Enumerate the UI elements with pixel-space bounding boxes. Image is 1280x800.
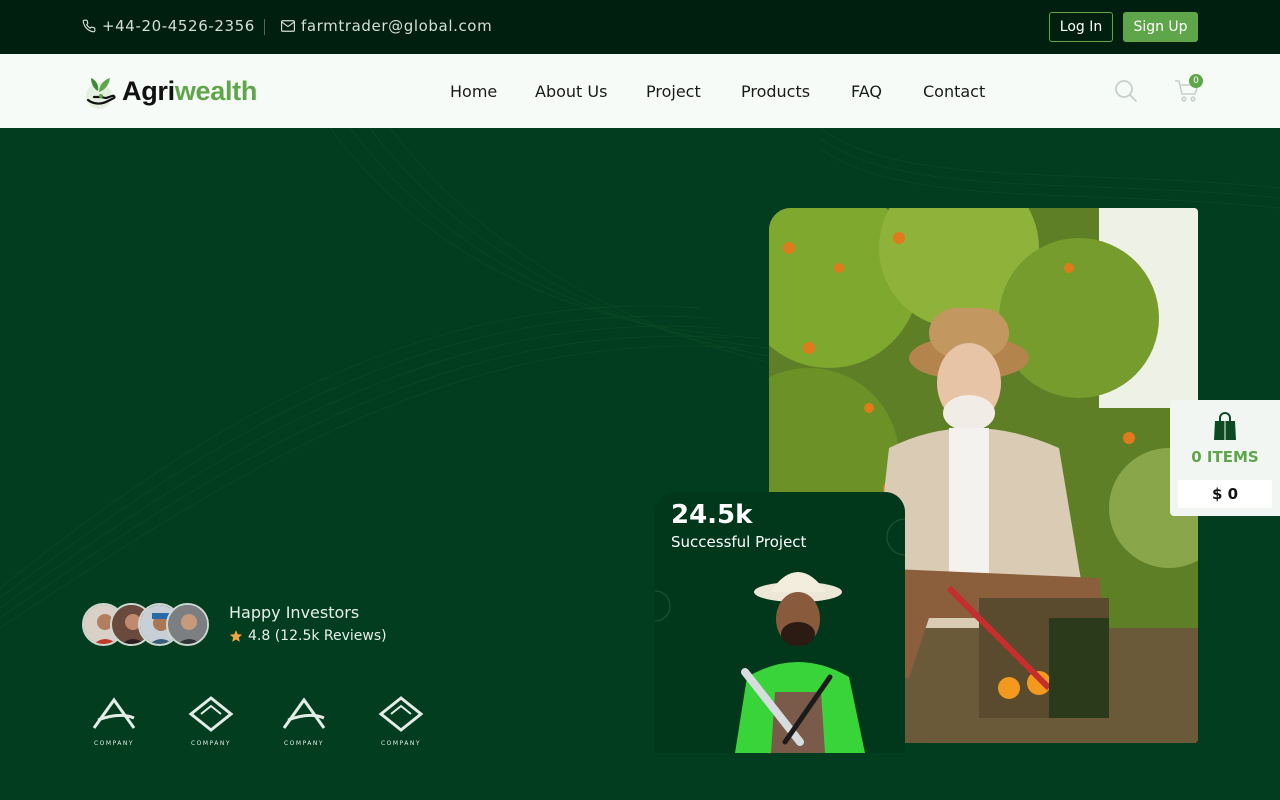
rating-text: 4.8 (12.5k Reviews) [248, 628, 387, 644]
stat-value: 24.5k [671, 500, 753, 530]
divider [264, 19, 265, 35]
company-logo-2: COMPANY [181, 696, 241, 748]
top-bar: +44-20-4526-2356 farmtrader@global.com L… [0, 0, 1280, 54]
nav-about-us[interactable]: About Us [535, 82, 607, 101]
cart-count-badge: 0 [1189, 74, 1203, 88]
hero-section: 24.5k Successful Project Happy Investors… [0, 128, 1280, 800]
side-cart-widget[interactable]: 0 ITEMS $ 0 [1170, 400, 1280, 516]
cart-total: $ 0 [1178, 480, 1272, 508]
stat-label: Successful Project [671, 533, 807, 551]
nav-contact[interactable]: Contact [923, 82, 985, 101]
investors-title: Happy Investors [229, 603, 360, 622]
nav-home[interactable]: Home [450, 82, 497, 101]
nav-products[interactable]: Products [741, 82, 810, 101]
company-logo-text: COMPANY [93, 740, 135, 747]
login-button[interactable]: Log In [1049, 12, 1113, 42]
leaf-hand-logo-icon [86, 78, 116, 109]
brand-name-part1: Agri [122, 75, 175, 106]
brand-name-part2: wealth [174, 75, 258, 106]
company-logo-4: COMPANY [371, 696, 431, 748]
cart-items-count: 0 ITEMS [1191, 448, 1259, 466]
avatar [166, 603, 209, 646]
phone-number: +44-20-4526-2356 [102, 17, 255, 35]
star-icon [229, 630, 243, 642]
phone-contact[interactable]: +44-20-4526-2356 [82, 17, 255, 35]
company-logo-text: COMPANY [283, 740, 325, 747]
search-icon[interactable] [1114, 79, 1138, 103]
signup-button[interactable]: Sign Up [1123, 12, 1198, 42]
main-nav: Agriwealth Home About Us Project Product… [0, 54, 1280, 128]
mail-icon [281, 20, 295, 32]
successful-project-card: 24.5k Successful Project [655, 492, 905, 753]
email-contact[interactable]: farmtrader@global.com [281, 17, 492, 35]
company-logo-3: COMPANY [274, 696, 334, 748]
email-address: farmtrader@global.com [301, 17, 493, 35]
shopping-bag-icon [1214, 412, 1236, 440]
investor-avatars [82, 603, 212, 647]
stat-card-art [655, 518, 905, 753]
nav-project[interactable]: Project [646, 82, 701, 101]
nav-faq[interactable]: FAQ [851, 82, 882, 101]
brand-logo[interactable]: Agriwealth [82, 70, 257, 112]
company-logo-text: COMPANY [380, 740, 422, 747]
brand-name: Agriwealth [122, 76, 257, 107]
company-logo-text: COMPANY [190, 740, 232, 747]
phone-icon [82, 19, 96, 33]
investors-rating: 4.8 (12.5k Reviews) [229, 628, 387, 644]
company-logo-1: COMPANY [84, 696, 144, 748]
